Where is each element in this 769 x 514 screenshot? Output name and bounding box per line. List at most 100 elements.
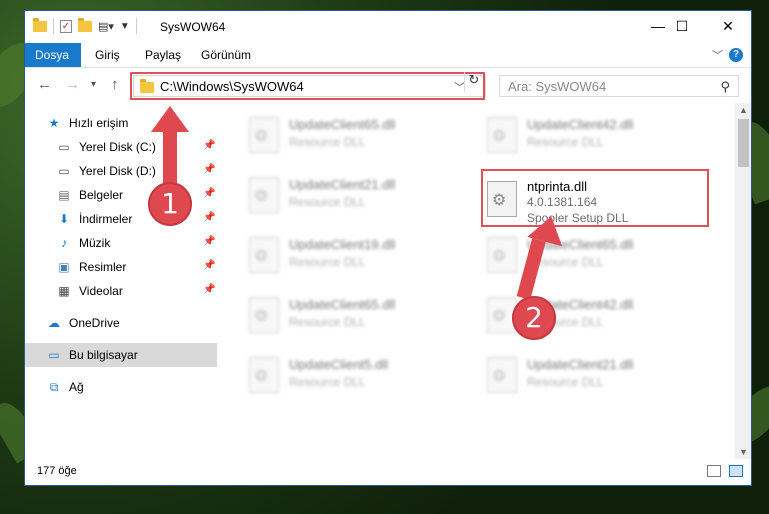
nav-onedrive[interactable]: ☁ OneDrive (25, 311, 217, 335)
pin-icon[interactable]: 📌 (203, 212, 215, 223)
file-name: UpdateClient42.dll (527, 117, 634, 132)
nav-label: Bu bilgisayar (69, 348, 138, 362)
search-icon[interactable]: ⚲ (720, 79, 730, 95)
nav-label: Müzik (79, 236, 111, 250)
refresh-icon[interactable]: ↻ (464, 72, 483, 92)
file-name: UpdateClient21.dll (289, 177, 396, 192)
download-icon: ⬇ (58, 212, 70, 226)
search-input[interactable]: Ara: SysWOW64 ⚲ (499, 75, 739, 97)
dll-file-icon (487, 237, 517, 273)
documents-icon: ▤ (58, 188, 70, 202)
pin-icon[interactable]: 📌 (203, 140, 215, 151)
item-count: 177 öğe (37, 465, 77, 477)
file-description: Resource DLL (289, 315, 366, 329)
list-item[interactable]: UpdateClient65.dll Resource DLL (479, 231, 699, 281)
file-description: Resource DLL (289, 255, 366, 269)
nav-item-videos[interactable]: ▦ Videolar 📌 (25, 279, 217, 303)
drive-icon: ▭ (58, 140, 70, 154)
nav-network[interactable]: ⧉ Ağ (25, 375, 217, 399)
list-item[interactable]: UpdateClient21.dll Resource DLL (241, 171, 461, 221)
file-name: UpdateClient65.dll (289, 117, 396, 132)
nav-label: Resimler (79, 260, 127, 274)
nav-item-pictures[interactable]: ▣ Resimler 📌 (25, 255, 217, 279)
dll-file-icon (249, 117, 279, 153)
nav-item-local-disk-c[interactable]: ▭ Yerel Disk (C:) 📌 (25, 135, 217, 159)
status-bar: 177 öğe (25, 459, 751, 485)
file-description: Resource DLL (527, 375, 604, 389)
star-icon: ★ (48, 116, 60, 130)
tab-share[interactable]: Paylaş (135, 43, 191, 67)
dll-file-icon (249, 297, 279, 333)
step-1-badge: 1 (148, 182, 192, 226)
tab-view[interactable]: Görünüm (191, 43, 261, 67)
list-item[interactable]: UpdateClient42.dll Resource DLL (479, 111, 699, 161)
dll-file-icon (487, 117, 517, 153)
annotation-arrowhead-1 (151, 106, 189, 132)
nav-this-pc[interactable]: ▭ Bu bilgisayar (25, 343, 217, 367)
list-item[interactable]: UpdateClient65.dll Resource DLL (241, 291, 461, 341)
pictures-icon: ▣ (58, 260, 70, 274)
quick-access-toolbar: ✓ ▤▾ ▼ (33, 17, 137, 34)
nav-label: Hızlı erişim (69, 116, 129, 130)
up-arrow-icon[interactable]: ↑ (111, 76, 119, 93)
dll-file-icon (249, 177, 279, 213)
pin-icon[interactable]: 📌 (203, 188, 215, 199)
pin-icon[interactable]: 📌 (203, 260, 215, 271)
cloud-icon: ☁ (48, 316, 60, 330)
drive-icon: ▭ (58, 164, 70, 178)
dll-file-icon (487, 357, 517, 393)
properties-icon[interactable]: ✓ (60, 19, 72, 33)
pin-icon[interactable]: 📌 (203, 236, 215, 247)
file-description: Resource DLL (527, 135, 604, 149)
file-description: Resource DLL (289, 375, 366, 389)
nav-label: Belgeler (79, 188, 124, 202)
nav-label: İndirmeler (79, 212, 133, 226)
nav-item-music[interactable]: ♪ Müzik 📌 (25, 231, 217, 255)
nav-label: OneDrive (69, 316, 120, 330)
nav-label: Yerel Disk (C:) (79, 140, 156, 154)
scroll-up-icon[interactable]: ▲ (739, 105, 748, 115)
music-icon: ♪ (61, 236, 67, 250)
step-2-badge: 2 (512, 296, 556, 340)
new-folder-icon[interactable] (78, 17, 92, 32)
navigation-pane: ★ Hızlı erişim ▭ Yerel Disk (C:) 📌 ▭ Yer… (25, 103, 217, 459)
address-row: ← → ▾ ↑ C:\Windows\SysWOW64 ﹀ ↻ Ara: Sys… (25, 68, 751, 102)
list-item[interactable]: UpdateClient65.dll Resource DLL (241, 111, 461, 161)
vertical-scrollbar[interactable]: ▲ ▼ (735, 103, 751, 459)
divider (135, 18, 137, 34)
close-button[interactable]: ✕ (705, 11, 751, 41)
details-view-icon[interactable] (707, 465, 721, 477)
nav-label: Yerel Disk (D:) (79, 164, 156, 178)
explorer-window: ✓ ▤▾ ▼ SysWOW64 — ☐ ✕ Dosya Giriş Paylaş… (24, 10, 752, 486)
file-name: UpdateClient21.dll (527, 357, 634, 372)
file-description: Resource DLL (289, 195, 366, 209)
divider (53, 18, 54, 34)
back-arrow-icon[interactable]: ← (37, 76, 52, 93)
list-item[interactable]: UpdateClient19.dll Resource DLL (241, 231, 461, 281)
maximize-button[interactable]: ☐ (659, 11, 705, 41)
tiles-view-icon[interactable] (729, 465, 743, 477)
tab-home[interactable]: Giriş (85, 43, 130, 67)
scroll-down-icon[interactable]: ▼ (739, 447, 748, 457)
pin-icon[interactable]: 📌 (203, 284, 215, 295)
recent-dropdown-icon[interactable]: ▾ (91, 79, 96, 90)
qat-dropdown-icon[interactable]: ▼ (120, 21, 130, 32)
list-item[interactable]: UpdateClient21.dll Resource DLL (479, 351, 699, 401)
nav-item-local-disk-d[interactable]: ▭ Yerel Disk (D:) 📌 (25, 159, 217, 183)
address-highlight-box (130, 72, 485, 100)
nav-label: Ağ (69, 380, 84, 394)
help-icon[interactable]: ? (729, 48, 743, 62)
tab-file[interactable]: Dosya (25, 43, 81, 67)
file-name: UpdateClient65.dll (289, 297, 396, 312)
customize-icon[interactable]: ▤▾ (98, 20, 114, 33)
forward-arrow-icon[interactable]: → (65, 76, 80, 93)
ribbon: Dosya Giriş Paylaş Görünüm ﹀ ? (25, 43, 751, 68)
expand-ribbon-icon[interactable]: ﹀ (712, 47, 723, 63)
file-description: Resource DLL (289, 135, 366, 149)
pin-icon[interactable]: 📌 (203, 164, 215, 175)
folder-icon[interactable] (33, 17, 47, 32)
title-bar: ✓ ▤▾ ▼ SysWOW64 — ☐ ✕ (25, 11, 751, 43)
list-item[interactable]: UpdateClient5.dll Resource DLL (241, 351, 461, 401)
scrollbar-thumb[interactable] (738, 119, 749, 167)
dll-file-icon (249, 237, 279, 273)
